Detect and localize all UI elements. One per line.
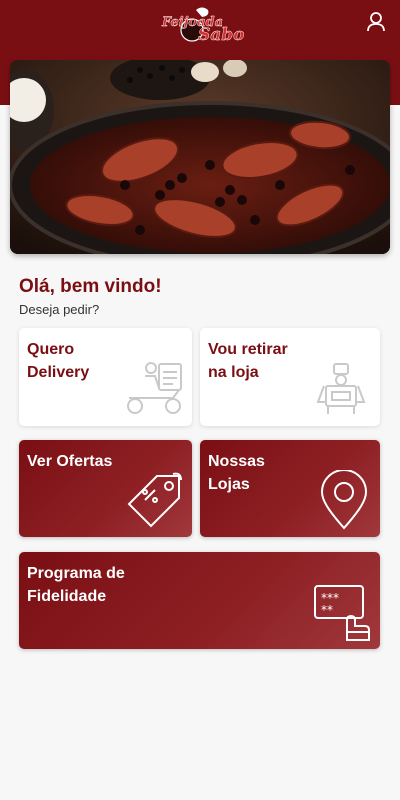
price-tag-icon: [127, 472, 182, 528]
store-counter-icon: [316, 363, 366, 414]
pickup-label: Vou retirar na loja: [208, 341, 288, 381]
offers-card[interactable]: Ver Ofertas: [19, 440, 192, 537]
user-icon[interactable]: [364, 10, 388, 34]
stores-card[interactable]: Nossas Lojas: [200, 440, 380, 537]
stores-label: Nossas Lojas: [208, 453, 265, 493]
location-pin-icon: [320, 470, 368, 530]
offers-label: Ver Ofertas: [27, 453, 113, 470]
brand-logo: Feijoada Sabor: [160, 4, 255, 46]
delivery-scooter-icon: [127, 362, 182, 414]
greeting-subtitle: Deseja pedir?: [19, 302, 100, 317]
delivery-label: Quero Delivery: [27, 341, 90, 381]
svg-text:Sabor: Sabor: [198, 25, 244, 45]
greeting-title: Olá, bem vindo!: [19, 276, 162, 297]
loyalty-card-icon: *** **: [314, 585, 370, 641]
pickup-card[interactable]: Vou retirar na loja: [200, 328, 380, 426]
hero-image: [10, 60, 390, 254]
delivery-card[interactable]: Quero Delivery: [19, 328, 192, 426]
loyalty-card[interactable]: Programa de Fidelidade *** **: [19, 552, 380, 649]
svg-text:**: **: [321, 603, 333, 617]
loyalty-label: Programa de Fidelidade: [27, 565, 125, 605]
logo-graphic: Feijoada Sabor: [161, 7, 255, 45]
